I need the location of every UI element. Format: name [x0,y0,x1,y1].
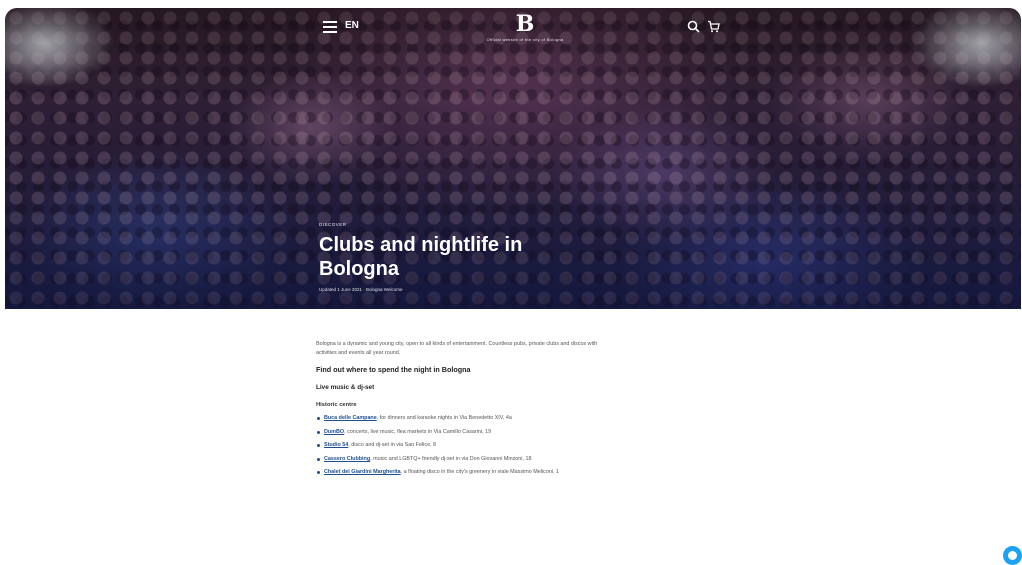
page-title: Clubs and nightlife in Bologna [319,234,523,280]
venue-link[interactable]: Cassero Clubbing [324,456,370,462]
venue-description: , a floating disco in the city's greener… [400,469,560,476]
list-item: Chalet dei Giardini Margherita, a floati… [316,468,616,477]
venue-description: , for dinners and karaoke nights in Via … [376,414,512,421]
venue-link[interactable]: Chalet dei Giardini Margherita [324,469,401,475]
section-heading: Find out where to spend the night in Bol… [316,365,471,375]
venue-link[interactable]: Studio 54 [324,442,348,448]
article-intro: Bologna is a dynamic and young city, ope… [316,341,598,356]
list-item: Buca delle Campane, for dinners and kara… [316,414,616,423]
venue-link[interactable]: DumBO [324,429,344,435]
language-selector[interactable]: EN [345,20,359,31]
list-item: DumBO, concerts, live music, flea market… [316,428,616,437]
hero-byline: Updated 1 June 2021 · Bologna Welcome [319,287,403,292]
hero-banner: EN B Official website of the city of Bol… [5,8,1021,309]
site-logo[interactable]: B Official website of the city of Bologn… [475,12,575,42]
list-item: Cassero Clubbing, music and LGBTQ+ frien… [316,455,616,464]
venue-link[interactable]: Buca delle Campane [324,415,377,421]
logo-subtitle: Official website of the city of Bologna [486,37,564,42]
logo-mark: B [515,11,535,37]
venue-list: Buca delle Campane, for dinners and kara… [316,414,616,477]
venue-description: , music and LGBTQ+ friendly dj-set in vi… [370,455,532,462]
list-item: Studio 54, disco and dj-set in via San F… [316,441,616,450]
menu-icon[interactable] [323,21,337,33]
hero-kicker: DISCOVER [319,222,347,227]
cart-icon[interactable] [707,20,720,33]
hero-text: DISCOVER Clubs and nightlife in Bologna … [319,222,579,292]
article-body: Bologna is a dynamic and young city, ope… [316,340,616,482]
area-heading: Historic centre [316,402,357,409]
chat-widget-button[interactable] [1003,546,1022,565]
search-icon[interactable] [687,20,700,33]
venue-description: , disco and dj-set in via San Felice, 8 [348,442,437,449]
top-navigation: EN B Official website of the city of Bol… [5,8,1021,48]
venue-description: , concerts, live music, flea markets in … [344,428,492,435]
subsection-heading: Live music & dj-set [316,383,375,391]
